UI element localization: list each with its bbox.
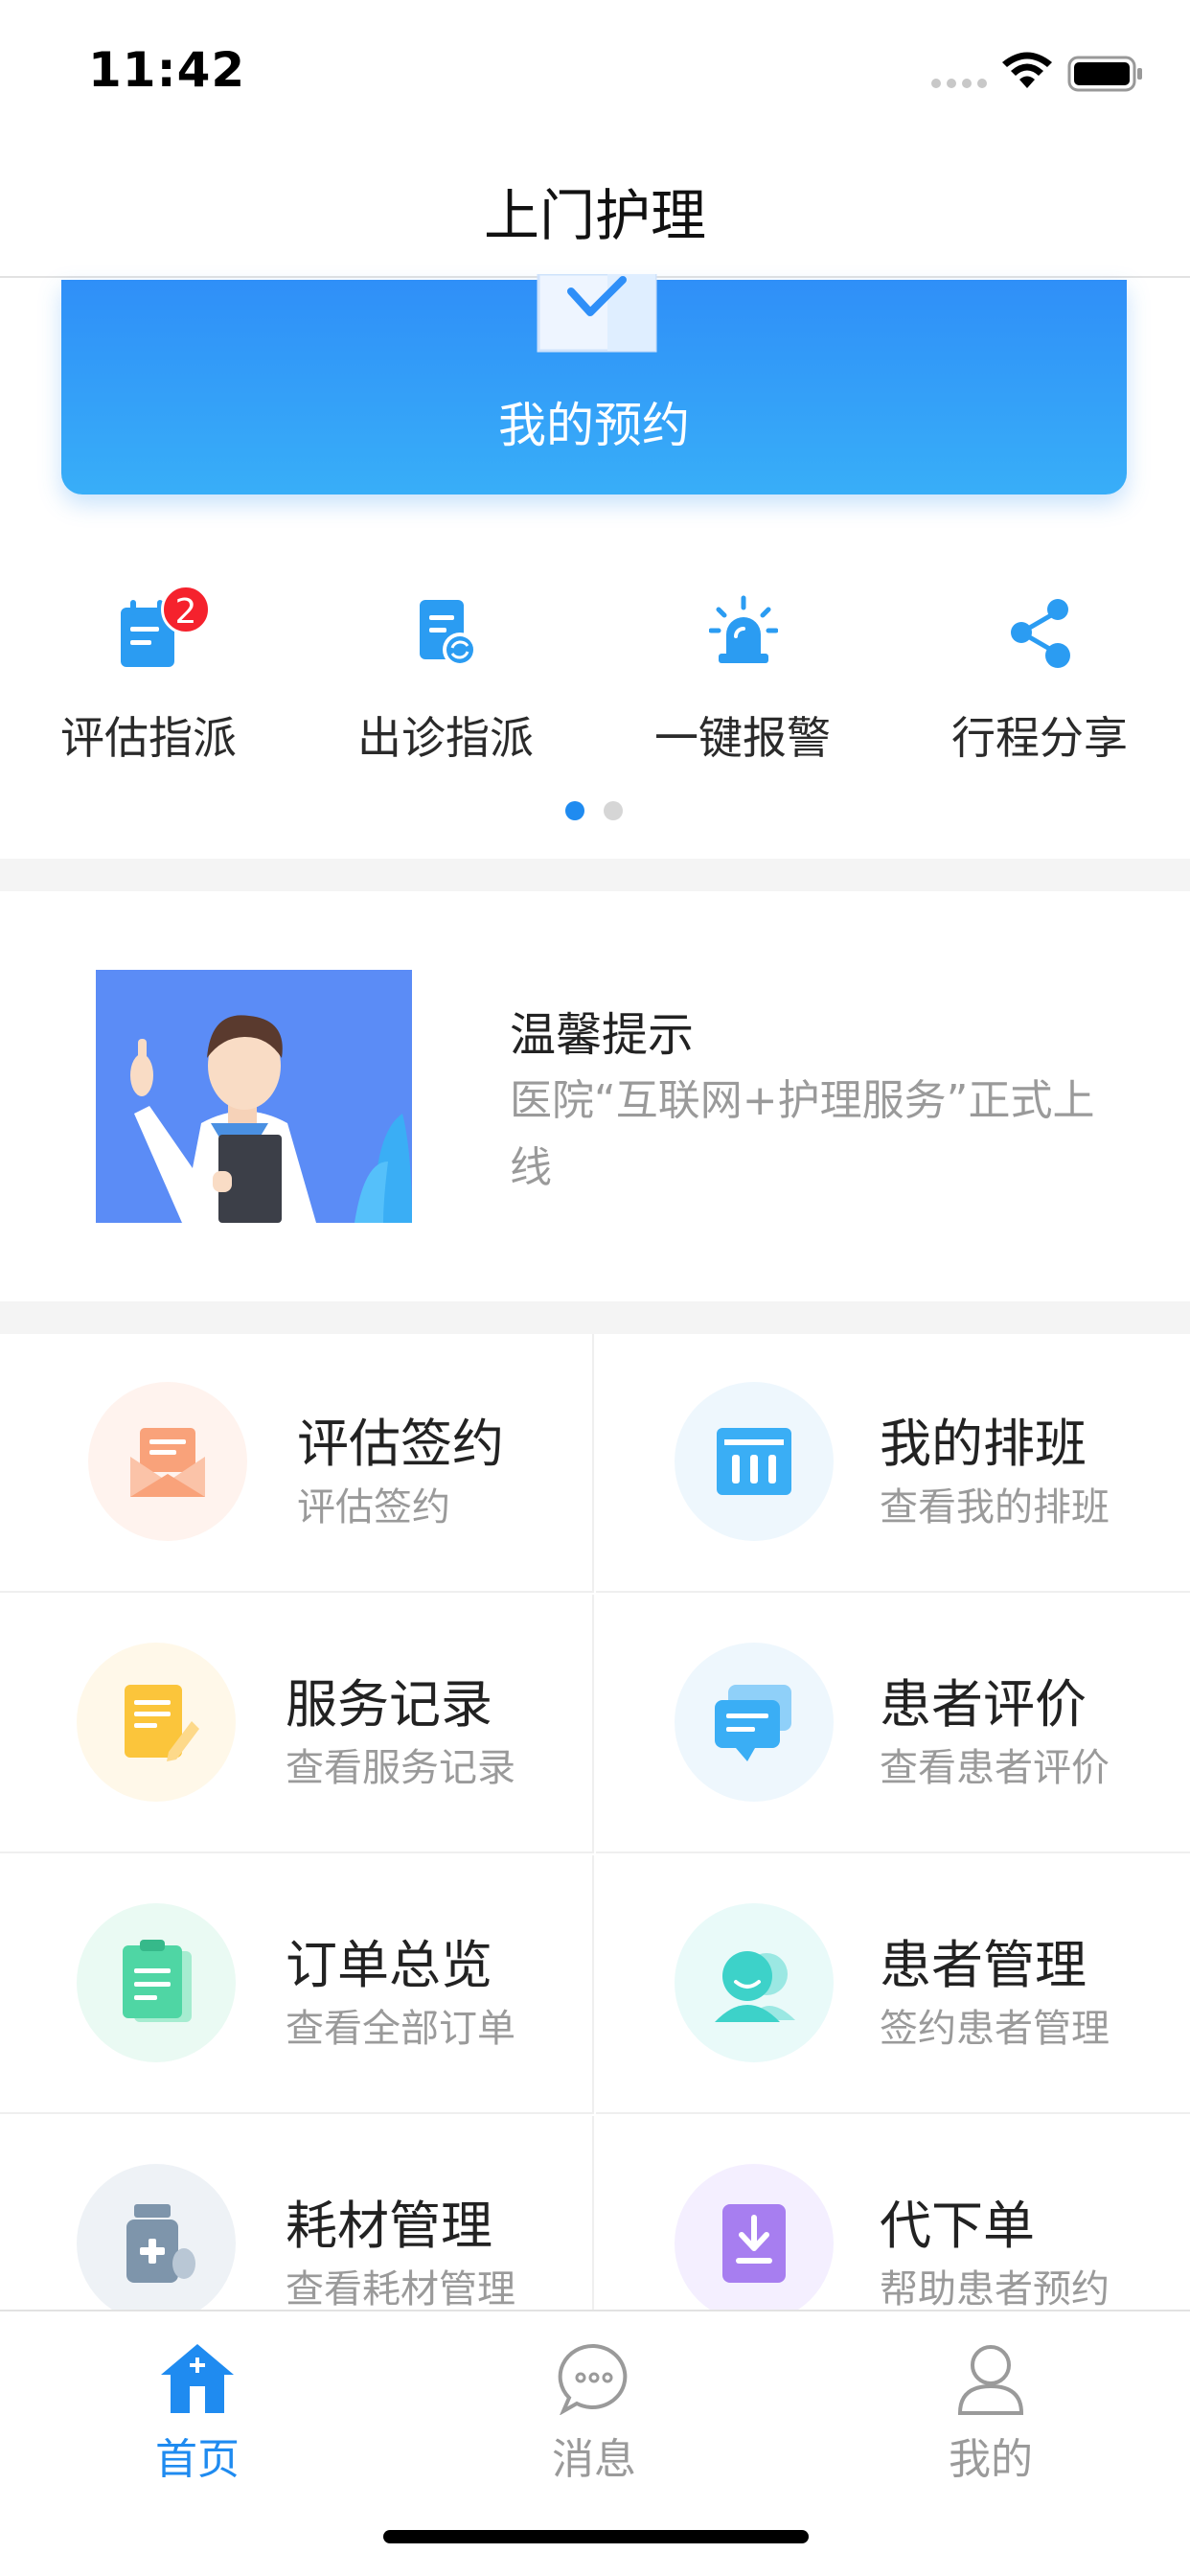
home-indicator — [383, 2530, 809, 2543]
schedule-icon-bg — [675, 1382, 834, 1541]
quick-actions: 2 评估指派 出诊指派 一键报警 行程分享 — [0, 575, 1190, 776]
grid-item-subtitle: 查看耗材管理 — [286, 2267, 515, 2312]
chat-bubbles-icon — [715, 1685, 791, 1761]
grid-item-title: 评估签约 — [297, 1414, 504, 1474]
status-time: 11:42 — [88, 42, 246, 98]
page-indicator[interactable] — [565, 801, 623, 820]
notice-card[interactable]: 温馨提示 医院“互联网+护理服务”正式上线 — [0, 891, 1190, 1301]
schedule-icon — [717, 1428, 791, 1495]
grid-item-title: 耗材管理 — [286, 2196, 492, 2256]
doctor-illustration — [96, 970, 412, 1223]
status-bar: 11:42 — [0, 0, 1190, 134]
profile-icon — [957, 2345, 1024, 2415]
quick-action-alarm[interactable]: 一键报警 — [594, 575, 891, 767]
grid-item-order-overview[interactable]: 订单总览 查看全部订单 — [0, 1855, 594, 2114]
grid-item-subtitle: 查看服务记录 — [286, 1746, 515, 1790]
quick-action-label: 一键报警 — [654, 712, 831, 764]
grid-item-subtitle: 评估签约 — [297, 1485, 450, 1530]
grid-item-subtitle: 查看患者评价 — [880, 1746, 1110, 1790]
clipboard-icon — [123, 1940, 192, 2022]
battery-icon — [1067, 56, 1142, 92]
navigation-bar: 上门护理 — [0, 134, 1190, 278]
clipboard-icon-bg — [77, 1903, 236, 2062]
grid-item-subtitle: 帮助患者预约 — [880, 2267, 1110, 2312]
function-grid: 评估签约 评估签约 我的排班 查看我的排班 服务记录 查看服务记录 患者评价 查… — [0, 1334, 1190, 2312]
grid-item-my-schedule[interactable]: 我的排班 查看我的排班 — [596, 1334, 1190, 1593]
home-icon — [161, 2344, 234, 2413]
tab-messages[interactable]: 消息 — [498, 2329, 690, 2484]
grid-item-title: 服务记录 — [286, 1674, 492, 1735]
grid-item-title: 患者管理 — [880, 1935, 1087, 1995]
grid-item-title: 患者评价 — [880, 1674, 1087, 1735]
my-appointments-card[interactable]: 我的预约 — [61, 274, 1127, 494]
grid-item-patient-reviews[interactable]: 患者评价 查看患者评价 — [596, 1595, 1190, 1853]
tab-label: 首页 — [155, 2435, 240, 2484]
patients-icon — [715, 1951, 795, 2022]
grid-item-assessment-sign[interactable]: 评估签约 评估签约 — [0, 1334, 594, 1593]
medicine-bottle-icon — [126, 2204, 195, 2283]
grid-item-subtitle: 查看全部订单 — [286, 2007, 515, 2051]
grid-item-place-order[interactable]: 代下单 帮助患者预约 — [596, 2116, 1190, 2312]
my-appointments-label: 我的预约 — [498, 398, 690, 453]
download-doc-icon — [722, 2204, 786, 2283]
tab-label: 我的 — [949, 2435, 1033, 2484]
grid-item-title: 订单总览 — [286, 1935, 492, 1995]
tab-label: 消息 — [552, 2435, 636, 2484]
envelope-icon — [130, 1428, 205, 1497]
grid-item-title: 代下单 — [880, 2196, 1035, 2256]
note-edit-icon-bg — [77, 1643, 236, 1802]
quick-action-trip-share[interactable]: 行程分享 — [891, 575, 1188, 767]
grid-item-subtitle: 查看我的排班 — [880, 1485, 1110, 1530]
alarm-siren-icon — [709, 595, 778, 663]
section-divider — [0, 859, 1190, 891]
grid-item-patient-management[interactable]: 患者管理 签约患者管理 — [596, 1855, 1190, 2114]
medicine-bottle-icon-bg — [77, 2164, 236, 2312]
page-dot — [604, 801, 623, 820]
tab-home[interactable]: 首页 — [102, 2329, 293, 2484]
grid-item-subtitle: 签约患者管理 — [880, 2007, 1110, 2051]
chat-bubbles-icon-bg — [675, 1643, 834, 1802]
notice-body: 医院“互联网+护理服务”正式上线 — [510, 1076, 1095, 1192]
quick-action-visit-assign[interactable]: 出诊指派 — [297, 575, 594, 767]
quick-action-label: 出诊指派 — [357, 712, 534, 764]
notification-badge: 2 — [161, 585, 211, 634]
cellular-signal-icon — [931, 79, 987, 88]
quick-action-label: 行程分享 — [951, 712, 1128, 764]
page-dot-active — [565, 801, 584, 820]
grid-item-supplies-management[interactable]: 耗材管理 查看耗材管理 — [0, 2116, 594, 2312]
grid-item-service-records[interactable]: 服务记录 查看服务记录 — [0, 1595, 594, 1853]
quick-action-assessment-assign[interactable]: 2 评估指派 — [0, 575, 297, 767]
message-icon — [558, 2343, 628, 2415]
notice-title: 温馨提示 — [510, 1008, 695, 1062]
wifi-icon — [1002, 52, 1052, 88]
share-icon — [1011, 599, 1070, 668]
download-doc-icon-bg — [675, 2164, 834, 2312]
patients-icon-bg — [675, 1903, 834, 2062]
note-edit-icon — [125, 1685, 199, 1761]
grid-item-title: 我的排班 — [880, 1414, 1087, 1474]
page-title: 上门护理 — [483, 183, 706, 248]
section-divider — [0, 1301, 1190, 1334]
envelope-icon-bg — [88, 1382, 247, 1541]
checkbox-calendar-icon — [537, 274, 657, 353]
tab-mine[interactable]: 我的 — [895, 2329, 1087, 2484]
quick-action-label: 评估指派 — [60, 712, 237, 764]
document-refresh-icon — [420, 600, 477, 667]
